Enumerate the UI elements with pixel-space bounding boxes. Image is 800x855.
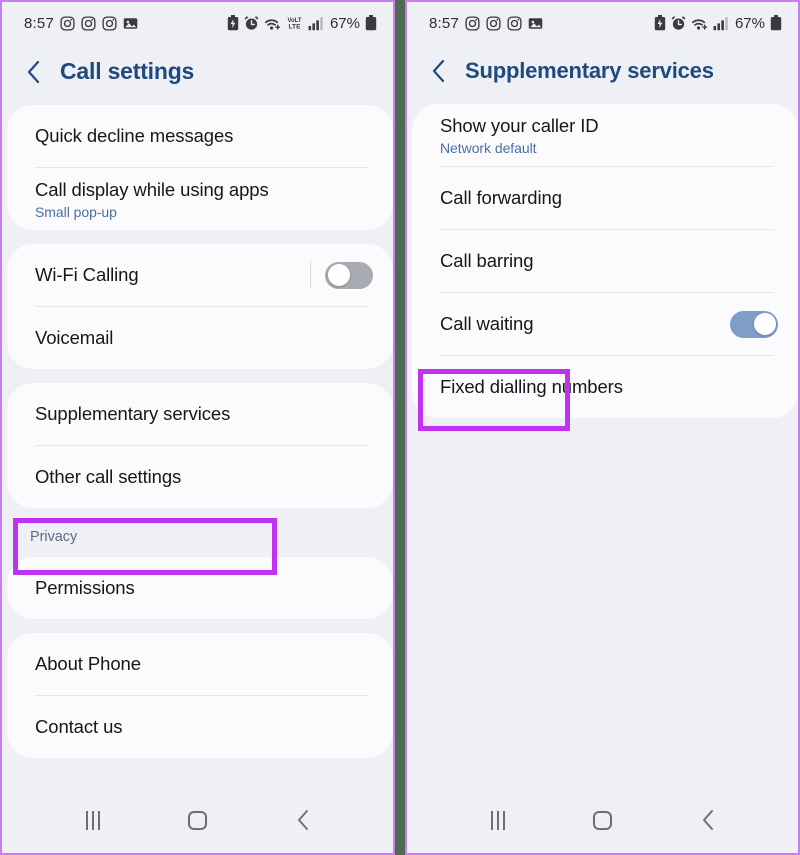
- call-waiting-toggle[interactable]: [730, 310, 778, 338]
- back-chevron-icon[interactable]: [429, 58, 449, 84]
- wifi-icon: [691, 16, 708, 31]
- left-header: Call settings: [2, 44, 393, 105]
- home-icon[interactable]: [575, 798, 631, 842]
- battery-saver-icon: [654, 15, 666, 31]
- list-item-wifi-calling[interactable]: Wi-Fi Calling: [7, 244, 393, 306]
- battery-percent-label: 67%: [329, 14, 360, 32]
- list-item-call-forwarding[interactable]: Call forwarding: [412, 167, 798, 229]
- photo-icon: [528, 16, 543, 31]
- signal-bars-icon: [713, 16, 729, 31]
- list-item-title: Show your caller ID: [440, 114, 599, 136]
- list-item-title: Supplementary services: [35, 403, 231, 425]
- list-item-permissions[interactable]: Permissions: [7, 557, 393, 619]
- instagram-icon: [81, 15, 96, 31]
- right-status-bar: 8:57 67%: [407, 2, 798, 44]
- settings-card: Wi-Fi Calling Voicemail: [7, 244, 393, 369]
- list-item-subtitle: Network default: [440, 140, 537, 157]
- back-icon[interactable]: [275, 798, 331, 842]
- wifi-calling-toggle-group[interactable]: [310, 261, 373, 289]
- list-item-title: Wi-Fi Calling: [35, 264, 139, 286]
- status-bar-clock: 8:57: [429, 14, 459, 32]
- section-header-privacy: Privacy: [30, 529, 78, 545]
- toggle-separator: [310, 261, 311, 289]
- back-icon[interactable]: [680, 798, 736, 842]
- alarm-icon: [244, 15, 259, 31]
- instagram-icon: [102, 15, 117, 31]
- battery-percent-label: 67%: [734, 14, 765, 32]
- list-item-title: About Phone: [35, 653, 141, 675]
- left-navigation-bar: [2, 787, 393, 853]
- list-item-call-waiting[interactable]: Call waiting: [412, 293, 798, 355]
- svg-text:LTE: LTE: [288, 24, 301, 31]
- list-item-title: Call display while using apps: [35, 178, 269, 200]
- signal-bars-icon: [308, 16, 324, 31]
- list-item-title: Voicemail: [35, 327, 114, 349]
- list-item-voicemail[interactable]: Voicemail: [7, 307, 393, 369]
- right-settings-list[interactable]: Show your caller ID Network default Call…: [407, 104, 798, 787]
- instagram-icon: [465, 15, 480, 31]
- list-item-show-caller-id[interactable]: Show your caller ID Network default: [412, 104, 798, 166]
- list-item-title: Quick decline messages: [35, 125, 234, 147]
- list-item-contact-us[interactable]: Contact us: [7, 696, 393, 758]
- right-navigation-bar: [407, 787, 798, 853]
- list-item-subtitle: Small pop-up: [35, 204, 117, 221]
- page-title: Supplementary services: [465, 58, 714, 83]
- back-chevron-icon[interactable]: [24, 59, 44, 85]
- settings-card: Quick decline messages Call display whil…: [7, 105, 393, 230]
- list-item-call-display[interactable]: Call display while using apps Small pop-…: [7, 168, 393, 230]
- left-status-bar: 8:57 VoLT LTE 67%: [2, 2, 393, 44]
- instagram-icon: [486, 15, 501, 31]
- wifi-icon: [264, 16, 281, 31]
- list-item-quick-decline[interactable]: Quick decline messages: [7, 105, 393, 167]
- page-title: Call settings: [60, 58, 195, 84]
- home-icon[interactable]: [170, 798, 226, 842]
- right-phone-panel: 8:57 67% Supplementary services Show you…: [405, 0, 800, 855]
- list-item-supplementary-services[interactable]: Supplementary services: [7, 383, 393, 445]
- battery-saver-icon: [227, 15, 239, 31]
- status-bar-right-group: VoLT LTE 67%: [227, 15, 377, 32]
- list-item-title: Fixed dialling numbers: [440, 376, 623, 398]
- list-item-title: Other call settings: [35, 466, 182, 488]
- list-item-title: Call barring: [440, 250, 534, 272]
- settings-card: About Phone Contact us: [7, 633, 393, 758]
- wifi-calling-toggle[interactable]: [325, 261, 373, 289]
- left-phone-panel: 8:57 VoLT LTE 67% Call settings Quick de…: [0, 0, 395, 855]
- list-item-title: Call waiting: [440, 313, 534, 335]
- photo-icon: [123, 16, 138, 31]
- volte-icon: VoLT LTE: [286, 15, 303, 31]
- list-item-title: Permissions: [35, 577, 135, 599]
- battery-icon: [365, 15, 377, 31]
- status-bar-right-group: 67%: [654, 15, 782, 32]
- status-bar-left-group: 8:57: [429, 15, 543, 32]
- status-bar-left-group: 8:57: [24, 15, 138, 32]
- status-bar-clock: 8:57: [24, 14, 54, 32]
- list-item-fixed-dialling-numbers[interactable]: Fixed dialling numbers: [412, 356, 798, 418]
- call-waiting-toggle-group[interactable]: [730, 310, 778, 338]
- instagram-icon: [507, 15, 522, 31]
- list-item-call-barring[interactable]: Call barring: [412, 230, 798, 292]
- battery-icon: [770, 15, 782, 31]
- list-item-title: Call forwarding: [440, 187, 562, 209]
- recents-icon[interactable]: [65, 798, 121, 842]
- right-header: Supplementary services: [407, 44, 798, 104]
- settings-card: Show your caller ID Network default Call…: [412, 104, 798, 418]
- recents-icon[interactable]: [470, 798, 526, 842]
- two-phone-screenshot-stage: 8:57 VoLT LTE 67% Call settings Quick de…: [0, 0, 800, 855]
- list-item-title: Contact us: [35, 716, 123, 738]
- list-item-other-call-settings[interactable]: Other call settings: [7, 446, 393, 508]
- settings-card: Supplementary services Other call settin…: [7, 383, 393, 508]
- settings-card: Permissions: [7, 557, 393, 619]
- panel-separator: [395, 0, 405, 855]
- list-item-about-phone[interactable]: About Phone: [7, 633, 393, 695]
- instagram-icon: [60, 15, 75, 31]
- left-settings-list[interactable]: Quick decline messages Call display whil…: [2, 105, 393, 787]
- alarm-icon: [671, 15, 686, 31]
